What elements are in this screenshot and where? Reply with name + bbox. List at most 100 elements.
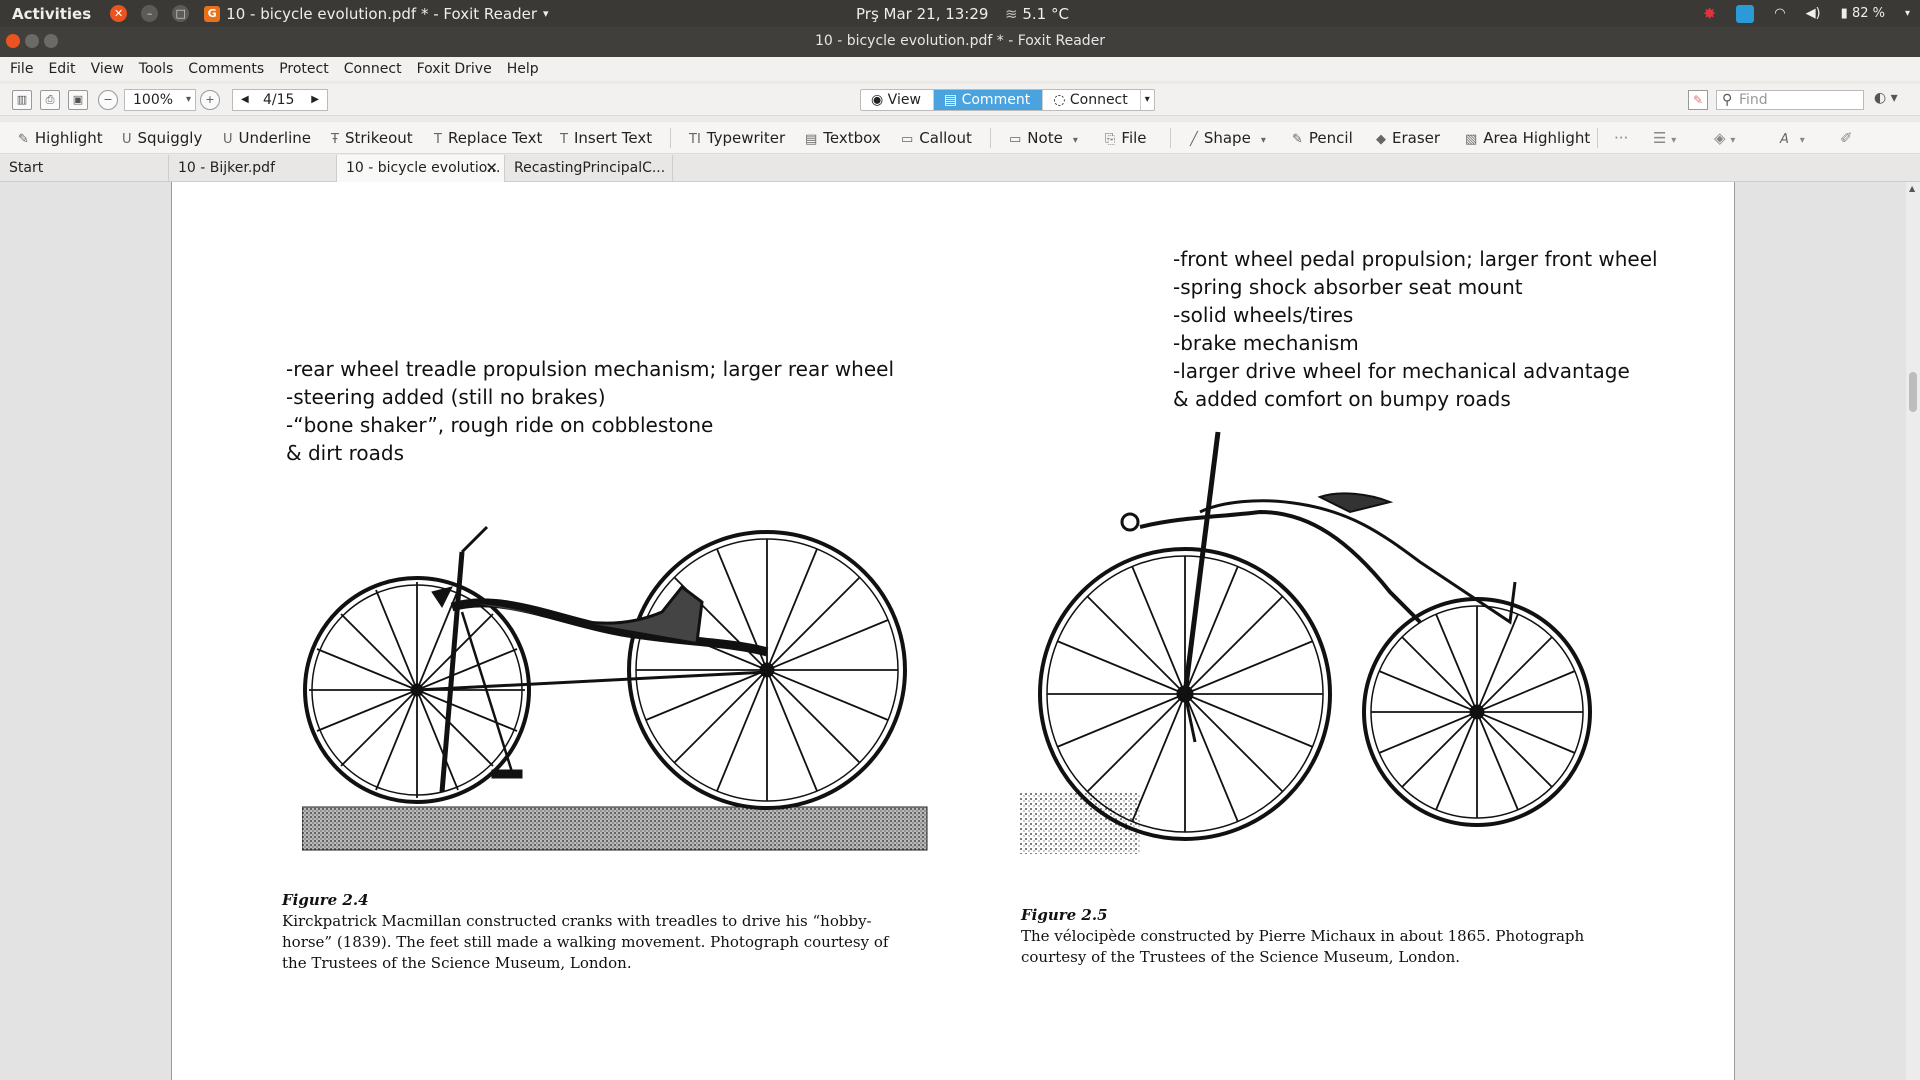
squiggly-tool[interactable]: U Squiggly	[122, 129, 202, 147]
file-tool[interactable]: ⎘ File	[1105, 129, 1147, 147]
scrollbar-thumb[interactable]	[1909, 372, 1917, 412]
tab-start[interactable]: Start	[0, 155, 169, 182]
volume-icon[interactable]: ◀)	[1806, 6, 1821, 21]
menu-comments[interactable]: Comments	[188, 61, 264, 77]
toolbar-divider	[990, 128, 991, 148]
typewriter-tool[interactable]: TI Typewriter	[689, 129, 785, 147]
print-icon[interactable]: ⎙	[40, 90, 60, 110]
eraser-tool[interactable]: ◆ Eraser	[1376, 129, 1440, 147]
figure-2-5-caption: Figure 2.5 The vélocipède constructed by…	[1021, 905, 1621, 968]
caption-line: courtesy of the Trustees of the Science …	[1021, 948, 1461, 966]
note-tool[interactable]: ▭ Note ▾	[1009, 129, 1078, 147]
window-maximize-icon[interactable]	[44, 34, 58, 48]
area-highlight-tool[interactable]: ▧ Area Highlight	[1465, 129, 1590, 147]
replace-text-icon: T	[434, 132, 442, 147]
strikeout-label: Strikeout	[344, 129, 413, 147]
clock[interactable]: Prş Mar 21, 13:29	[856, 5, 988, 23]
replace-text-tool[interactable]: T Replace Text	[434, 129, 542, 147]
more-icon[interactable]: ···	[1614, 129, 1628, 147]
wifi-icon[interactable]: ◠	[1774, 6, 1785, 21]
mode-dropdown-icon[interactable]: ▾	[1141, 90, 1154, 110]
close-window-icon[interactable]: ✕	[110, 5, 128, 22]
window-close-icon[interactable]	[6, 34, 20, 48]
callout-icon: ▭	[901, 132, 914, 147]
tab-recasting[interactable]: RecastingPrincipalC...	[505, 155, 673, 182]
pencil-tool[interactable]: ✎ Pencil	[1292, 129, 1353, 147]
battery-icon: ▮	[1840, 6, 1852, 21]
system-tray: ✸ ◠ ◀) ▮ 82 % ▾	[1703, 4, 1910, 23]
zoom-select[interactable]: 100% ▾	[124, 89, 196, 111]
mode-connect-button[interactable]: ◌ Connect	[1043, 90, 1141, 110]
system-menu-arrow-icon[interactable]: ▾	[1905, 8, 1910, 19]
find-placeholder: Find	[1739, 92, 1768, 108]
insert-text-icon: T	[560, 132, 568, 147]
mode-view-button[interactable]: ◉ View	[861, 90, 934, 110]
shape-tool[interactable]: ╱ Shape ▾	[1190, 129, 1266, 147]
minimize-window-icon[interactable]: –	[141, 5, 159, 22]
note-line: & added comfort on bumpy roads	[1173, 387, 1511, 411]
document-viewport[interactable]: -rear wheel treadle propulsion mechanism…	[0, 182, 1920, 1080]
find-input[interactable]: ⚲ Find	[1716, 90, 1864, 110]
text-style-icon[interactable]: A ▾	[1780, 129, 1805, 147]
highlight-icon: ✎	[18, 132, 29, 147]
battery-indicator[interactable]: ▮ 82 %	[1841, 6, 1885, 21]
tab-bijker[interactable]: 10 - Bijker.pdf	[169, 155, 337, 182]
underline-tool[interactable]: U Underline	[223, 129, 311, 147]
highlight-tool[interactable]: ✎ Highlight	[18, 129, 103, 147]
tray-app-icon[interactable]: ✸	[1703, 4, 1716, 23]
tray-app2-icon[interactable]	[1736, 4, 1755, 23]
chevron-down-icon[interactable]: ▾	[1073, 135, 1078, 146]
menu-protect[interactable]: Protect	[279, 61, 329, 77]
window-minimize-icon[interactable]	[25, 34, 39, 48]
note-line: -solid wheels/tires	[1173, 303, 1354, 327]
typewriter-label: Typewriter	[706, 129, 786, 147]
tab-bicycle-evolution[interactable]: 10 - bicycle evolutio... ✕	[337, 155, 505, 182]
textbox-label: Textbox	[823, 129, 881, 147]
highlight-mode-icon[interactable]: ✎	[1688, 90, 1708, 110]
previous-page-icon[interactable]: ◀	[241, 90, 249, 110]
caption-line: horse” (1839). The feet still made a wal…	[282, 933, 889, 951]
page-input[interactable]: 4/15	[263, 90, 294, 110]
close-tab-icon[interactable]: ✕	[485, 155, 498, 181]
account-icon[interactable]: ◐ ▾	[1874, 90, 1898, 106]
callout-tool[interactable]: ▭ Callout	[901, 129, 972, 147]
pin-icon[interactable]: ✐	[1840, 129, 1853, 147]
menu-file[interactable]: File	[10, 61, 33, 77]
line-style-icon[interactable]: ☰ ▾	[1653, 129, 1676, 147]
menu-edit[interactable]: Edit	[48, 61, 75, 77]
strikeout-tool[interactable]: Ŧ Strikeout	[331, 129, 413, 147]
save-icon[interactable]: ▣	[68, 90, 88, 110]
insert-text-label: Insert Text	[573, 129, 653, 147]
left-annotation-text: -rear wheel treadle propulsion mechanism…	[286, 355, 894, 467]
activities-button[interactable]: Activities	[0, 5, 103, 23]
strikeout-icon: Ŧ	[331, 132, 339, 147]
chevron-down-icon[interactable]: ▾	[1261, 135, 1266, 146]
menu-bar: File Edit View Tools Comments Protect Co…	[0, 57, 1920, 81]
zoom-out-icon[interactable]: −	[98, 90, 118, 110]
pdf-page[interactable]: -rear wheel treadle propulsion mechanism…	[171, 182, 1735, 1080]
menu-connect[interactable]: Connect	[344, 61, 402, 77]
fill-color-icon[interactable]: ◈ ▾	[1714, 129, 1735, 147]
menu-view[interactable]: View	[91, 61, 124, 77]
mode-connect-label: Connect	[1069, 92, 1128, 108]
vertical-scrollbar[interactable]: ▲	[1906, 182, 1920, 1080]
menu-help[interactable]: Help	[507, 61, 539, 77]
area-highlight-label: Area Highlight	[1483, 129, 1591, 147]
next-page-icon[interactable]: ▶	[311, 90, 319, 110]
app-menu-arrow-icon[interactable]: ▾	[543, 7, 549, 20]
weather-indicator[interactable]: ≋ 5.1 °C	[1005, 5, 1069, 23]
menu-foxit-drive[interactable]: Foxit Drive	[417, 61, 492, 77]
app-menu-title[interactable]: 10 - bicycle evolution.pdf * - Foxit Rea…	[226, 5, 537, 23]
scroll-up-icon[interactable]: ▲	[1909, 184, 1915, 193]
callout-label: Callout	[919, 129, 972, 147]
mode-comment-button[interactable]: ▤ Comment	[933, 90, 1044, 110]
menu-tools[interactable]: Tools	[139, 61, 174, 77]
maximize-window-icon[interactable]: □	[172, 5, 190, 22]
shape-label: Shape	[1203, 129, 1251, 147]
sidebar-toggle-icon[interactable]: ▥	[12, 90, 32, 110]
zoom-in-icon[interactable]: +	[200, 90, 220, 110]
insert-text-tool[interactable]: T Insert Text	[560, 129, 652, 147]
pencil-icon: ✎	[1292, 132, 1303, 147]
chevron-down-icon: ▾	[185, 94, 191, 105]
textbox-tool[interactable]: ▤ Textbox	[805, 129, 881, 147]
